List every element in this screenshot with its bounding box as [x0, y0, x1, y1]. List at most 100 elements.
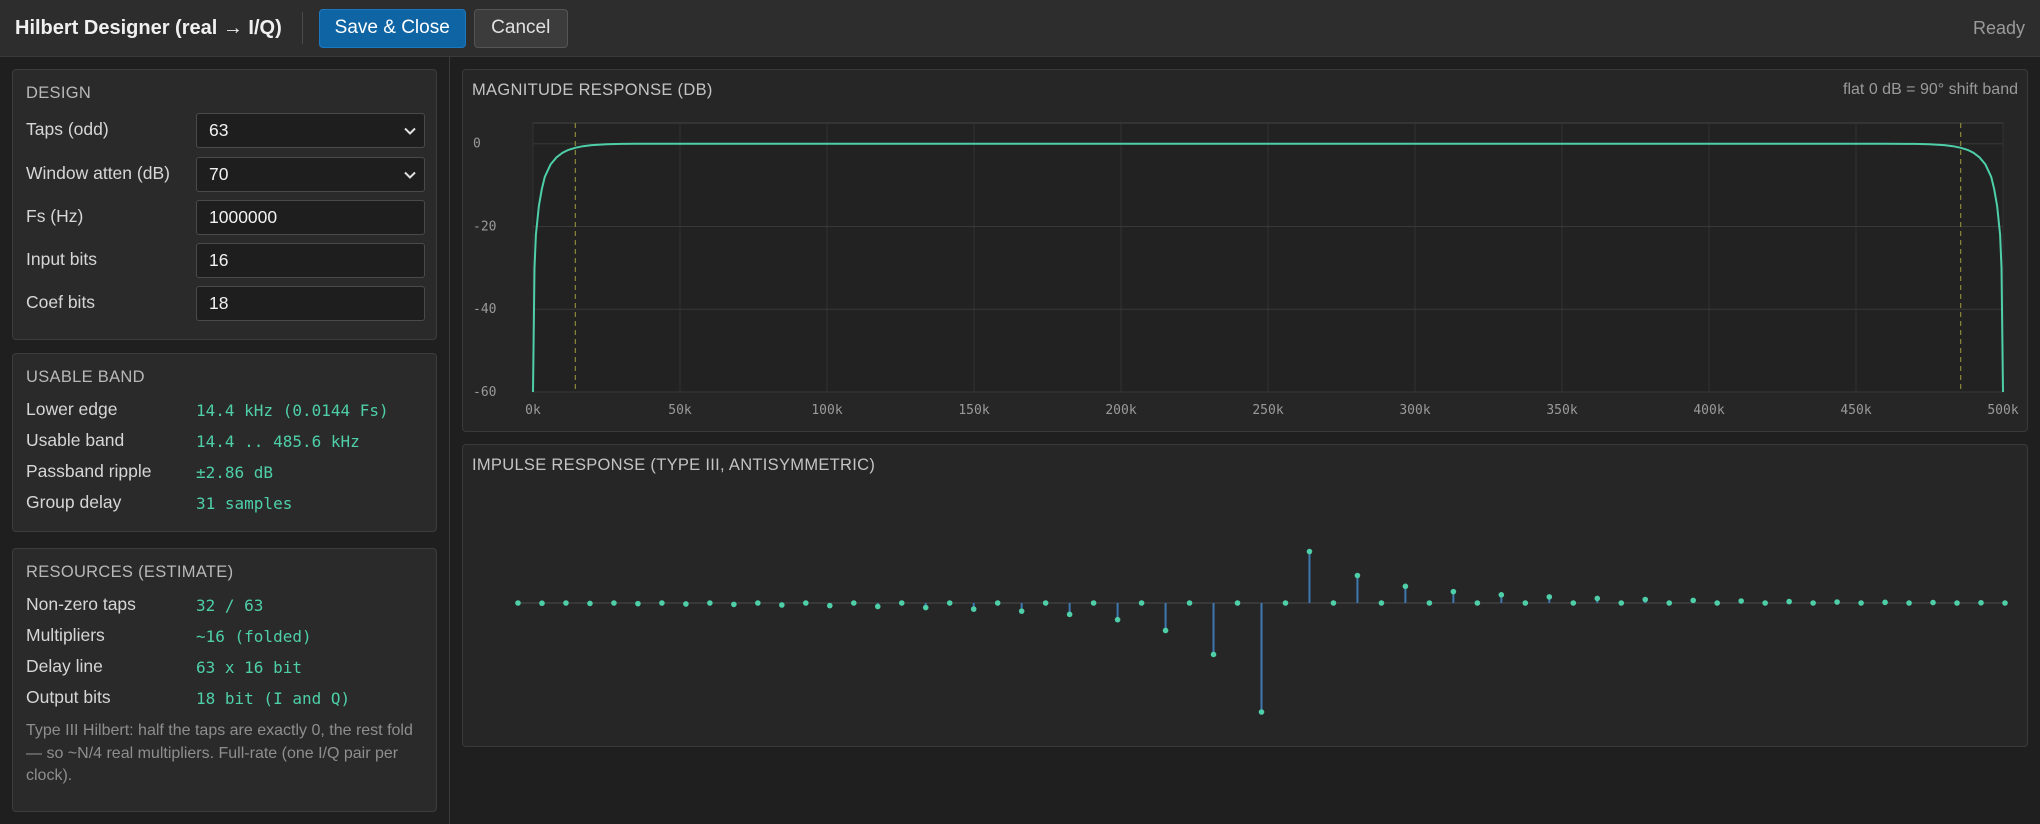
non-zero-taps-label: Non-zero taps: [26, 594, 136, 614]
resources-title: RESOURCES (ESTIMATE): [26, 563, 234, 581]
impulse-point: [970, 606, 977, 612]
impulse-point: [731, 601, 737, 608]
impulse-point: [1810, 600, 1816, 606]
lower-edge-value: 14.4 kHz (0.0144 Fs): [196, 401, 389, 420]
toolbar-divider: [301, 12, 303, 44]
chevron-down-icon: [404, 171, 416, 179]
input-bits-input[interactable]: 16: [196, 243, 425, 278]
toolbar: Hilbert Designer (real → I/Q) Save & Clo…: [0, 0, 2040, 57]
impulse-point: [1138, 600, 1145, 606]
impulse-point: [1978, 599, 1984, 606]
impulse-point: [1234, 600, 1241, 606]
cancel-button[interactable]: Cancel: [473, 8, 568, 48]
impulse-point: [1834, 599, 1840, 605]
impulse-point: [1906, 600, 1912, 606]
impulse-point: [874, 603, 881, 610]
impulse-point: [1714, 600, 1720, 606]
impulse-point: [1762, 600, 1768, 606]
fs-input[interactable]: 1000000: [196, 200, 425, 235]
group-delay-value: 31 samples: [196, 494, 293, 513]
save-close-button[interactable]: Save & Close: [318, 8, 466, 48]
impulse-point: [515, 600, 521, 606]
impulse-point: [1858, 600, 1864, 606]
usable-band-panel: USABLE BAND Lower edge 14.4 kHz (0.0144 …: [12, 353, 437, 532]
impulse-point: [1042, 600, 1049, 606]
chevron-down-icon: [404, 127, 416, 135]
impulse-point: [683, 601, 689, 607]
x-tick-label: 100k: [811, 403, 842, 418]
impulse-point: [1258, 709, 1265, 715]
impulse-point: [1402, 583, 1409, 590]
impulse-point: [1594, 595, 1601, 602]
non-zero-taps-value: 32 / 63: [196, 596, 264, 615]
impulse-point: [563, 600, 569, 606]
input-bits-label: Input bits: [26, 249, 98, 269]
y-tick-label: 0: [473, 137, 481, 152]
passband-ripple-label: Passband ripple: [26, 461, 152, 481]
impulse-point: [1354, 572, 1361, 579]
usable-band-value: 14.4 .. 485.6 kHz: [196, 432, 360, 451]
delay-line-label: Delay line: [26, 656, 103, 676]
x-tick-label: 500k: [1987, 403, 2018, 418]
impulse-point: [1210, 651, 1217, 658]
impulse-point: [803, 600, 809, 606]
window-atten-select[interactable]: 70: [196, 157, 425, 192]
multipliers-value: ~16 (folded): [196, 627, 312, 646]
impulse-point: [1090, 600, 1097, 606]
impulse-point: [539, 600, 545, 607]
impulse-point: [898, 600, 905, 606]
x-tick-label: 50k: [668, 403, 692, 418]
taps-select[interactable]: 63: [196, 113, 425, 148]
impulse-point: [659, 600, 665, 606]
impulse-point: [1162, 627, 1169, 634]
lower-edge-label: Lower edge: [26, 399, 118, 419]
impulse-point: [1066, 611, 1073, 618]
impulse-point: [1954, 600, 1960, 606]
impulse-point: [1186, 600, 1193, 606]
x-tick-label: 300k: [1399, 403, 1430, 418]
magnitude-chart-panel: MAGNITUDE RESPONSE (DB) flat 0 dB = 90° …: [462, 69, 2028, 432]
impulse-point: [779, 602, 785, 608]
impulse-point: [1666, 600, 1673, 606]
impulse-point: [1018, 608, 1025, 614]
impulse-point: [1570, 600, 1577, 606]
x-tick-label: 450k: [1840, 403, 1871, 418]
sidebar: DESIGN Taps (odd) 63 Window atten (dB) 7…: [0, 57, 450, 824]
y-tick-label: -20: [473, 219, 496, 234]
impulse-point: [1330, 600, 1337, 606]
impulse-point: [1546, 594, 1553, 600]
design-panel: DESIGN Taps (odd) 63 Window atten (dB) 7…: [12, 69, 437, 340]
passband-ripple-value: ±2.86 dB: [196, 463, 274, 482]
impulse-point: [1738, 598, 1744, 604]
impulse-point: [826, 602, 833, 609]
impulse-point: [635, 600, 641, 607]
x-tick-label: 150k: [958, 403, 989, 418]
impulse-point: [1930, 599, 1936, 606]
window-atten-select-value: 70: [209, 164, 229, 184]
fs-label: Fs (Hz): [26, 206, 84, 226]
coef-bits-input[interactable]: 18: [196, 286, 425, 321]
impulse-point: [1618, 600, 1625, 606]
taps-select-value: 63: [209, 120, 229, 140]
output-bits-value: 18 bit (I and Q): [196, 689, 351, 708]
impulse-point: [1474, 600, 1481, 606]
multipliers-label: Multipliers: [26, 625, 105, 645]
x-tick-label: 250k: [1252, 403, 1283, 418]
impulse-point: [850, 600, 857, 606]
window-atten-label: Window atten (dB): [26, 163, 170, 183]
resources-panel: RESOURCES (ESTIMATE) Non-zero taps 32 / …: [12, 548, 437, 812]
x-tick-label: 200k: [1105, 403, 1136, 418]
impulse-point: [1786, 598, 1792, 605]
app-title: Hilbert Designer (real → I/Q): [15, 16, 282, 39]
impulse-point: [994, 600, 1001, 606]
y-tick-label: -40: [473, 302, 496, 317]
impulse-point: [1882, 599, 1888, 606]
output-bits-label: Output bits: [26, 687, 111, 707]
impulse-point: [1426, 600, 1433, 606]
usable-band-label: Usable band: [26, 430, 125, 450]
impulse-point: [611, 600, 617, 606]
x-tick-label: 400k: [1693, 403, 1724, 418]
impulse-point: [1114, 616, 1121, 623]
impulse-point: [922, 604, 929, 611]
impulse-point: [2002, 600, 2008, 606]
